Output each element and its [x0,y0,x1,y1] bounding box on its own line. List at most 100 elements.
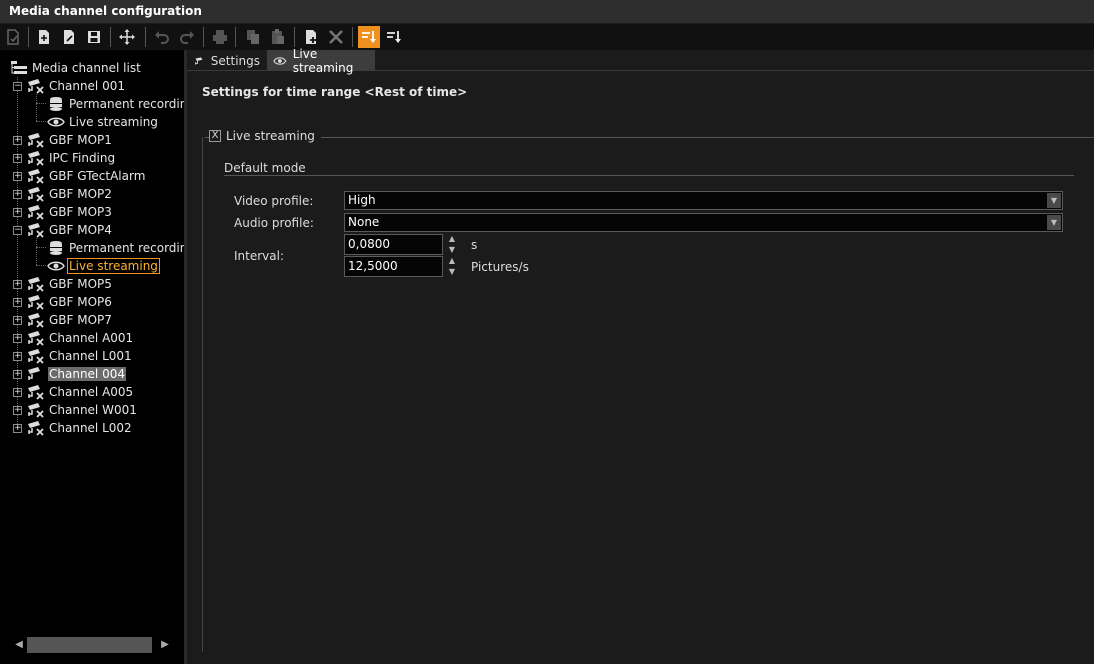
tree-item-channel-a005[interactable]: Channel A005 [27,383,134,401]
tree-item-gbf-mop6[interactable]: GBF MOP6 [27,293,113,311]
chevron-down-icon[interactable]: ▼ [1047,215,1061,230]
move-icon [119,29,135,45]
camera-icon [27,420,45,436]
spin-up-icon[interactable]: ▲ [447,256,457,266]
expand-toggle[interactable]: + [13,334,22,343]
tree-item-permanent-recording-1[interactable]: Permanent recordin [47,95,184,113]
tree-item-label: GBF GTectAlarm [49,169,146,183]
expand-toggle[interactable]: + [13,298,22,307]
collapse-toggle[interactable]: − [13,82,22,91]
commit-button[interactable] [2,26,24,48]
expand-toggle[interactable]: + [13,154,22,163]
tree-item-live-streaming-1[interactable]: Live streaming [47,113,159,131]
tree-item-channel-001[interactable]: Channel 001 [27,77,126,95]
tab-bar: Settings Live streaming [187,47,1094,75]
default-mode-label: Default mode [224,161,306,175]
tab-settings-label: Settings [210,53,260,68]
tree-item-label: GBF MOP3 [49,205,112,219]
tree-item-gbf-mop3[interactable]: GBF MOP3 [27,203,113,221]
expand-toggle[interactable]: + [13,208,22,217]
spin-up-icon[interactable]: ▲ [447,234,457,244]
expand-toggle[interactable]: + [13,136,22,145]
interval-seconds-input[interactable]: 0,0800 [344,234,443,255]
redo-button[interactable] [176,26,198,48]
delete-icon [329,30,343,44]
undo-icon [155,31,169,44]
spin-down-icon[interactable]: ▼ [447,245,457,255]
expand-toggle[interactable]: + [13,370,22,379]
copy-button[interactable] [242,26,264,48]
expand-toggle[interactable]: + [13,172,22,181]
tree-item-gbf-mop1[interactable]: GBF MOP1 [27,131,113,149]
tree-item-gbf-mop5[interactable]: GBF MOP5 [27,275,113,293]
scroll-left-icon[interactable]: ◀ [12,636,26,654]
camera-icon [27,168,45,184]
tree-item-label-selected: Live streaming [67,258,160,274]
interval-fps-input[interactable]: 12,5000 [344,256,443,277]
tree-item-live-streaming-2[interactable]: Live streaming [47,257,160,275]
expand-toggle[interactable]: + [13,388,22,397]
tree-item-gbf-mop4[interactable]: GBF MOP4 [27,221,113,239]
tree-item-gbf-mop2[interactable]: GBF MOP2 [27,185,113,203]
live-streaming-checkbox[interactable]: X [209,130,221,142]
tree-item-channel-a001[interactable]: Channel A001 [27,329,134,347]
move-button[interactable] [116,26,138,48]
spin-down-icon[interactable]: ▼ [447,267,457,277]
video-profile-select[interactable]: High ▼ [344,191,1063,210]
undo-button[interactable] [151,26,173,48]
audio-profile-select[interactable]: None ▼ [344,213,1063,232]
media-channel-tree[interactable]: Media channel list − Channel 001 Permane… [0,50,184,664]
tree-item-label: IPC Finding [49,151,116,165]
camera-icon [27,402,45,418]
video-profile-label: Video profile: [234,194,314,208]
tree-item-channel-l002[interactable]: Channel L002 [27,419,133,437]
new-item-button[interactable] [33,26,55,48]
tree-horizontal-scrollbar[interactable]: ◀ ▶ [0,636,184,654]
expand-toggle[interactable]: + [13,316,22,325]
camera-icon [27,330,45,346]
settings-panel: Settings Live streaming Settings for tim… [187,47,1094,664]
live-streaming-checkbox-wrap[interactable]: X Live streaming [209,129,321,143]
tab-live-streaming[interactable]: Live streaming [267,47,375,75]
tree-item-permanent-recording-2[interactable]: Permanent recordin [47,239,184,257]
edit-item-button[interactable] [58,26,80,48]
tree-item-label: Live streaming [69,115,158,129]
sort-active-button[interactable] [358,26,380,48]
tree-item-channel-l001[interactable]: Channel L001 [27,347,133,365]
scroll-right-icon[interactable]: ▶ [158,636,172,654]
add-button[interactable] [300,26,322,48]
tree-item-label: GBF MOP7 [49,313,112,327]
tree-root[interactable]: Media channel list [10,59,142,77]
camera-settings-icon [195,56,203,65]
database-icon [47,96,65,112]
print-button[interactable] [209,26,231,48]
tree-item-channel-w001[interactable]: Channel W001 [27,401,138,419]
live-streaming-checkbox-label: Live streaming [226,129,315,143]
tree-item-label: GBF MOP2 [49,187,112,201]
sort-button[interactable] [383,26,405,48]
title-bar: Media channel configuration [0,0,1094,24]
interval-seconds-unit: s [471,238,478,252]
tree-item-ipc-finding[interactable]: IPC Finding [27,149,116,167]
delete-button[interactable] [325,26,347,48]
tree-item-gbf-gtectalarm[interactable]: GBF GTectAlarm [27,167,146,185]
expand-toggle[interactable]: + [13,424,22,433]
tree-item-gbf-mop7[interactable]: GBF MOP7 [27,311,113,329]
tree-item-label: GBF MOP6 [49,295,112,309]
camera-icon [27,132,45,148]
save-button[interactable] [83,26,105,48]
camera-icon [27,366,45,382]
paste-button[interactable] [267,26,289,48]
tab-settings[interactable]: Settings [189,50,266,71]
audio-profile-label: Audio profile: [234,216,314,230]
expand-toggle[interactable]: + [13,190,22,199]
scrollbar-thumb[interactable] [27,637,152,653]
expand-toggle[interactable]: + [13,352,22,361]
database-icon [47,240,65,256]
video-profile-value: High [348,193,376,207]
chevron-down-icon[interactable]: ▼ [1047,193,1061,208]
expand-toggle[interactable]: + [13,406,22,415]
expand-toggle[interactable]: + [13,280,22,289]
tree-item-channel-004[interactable]: Channel 004 [27,365,126,383]
collapse-toggle[interactable]: − [13,226,22,235]
